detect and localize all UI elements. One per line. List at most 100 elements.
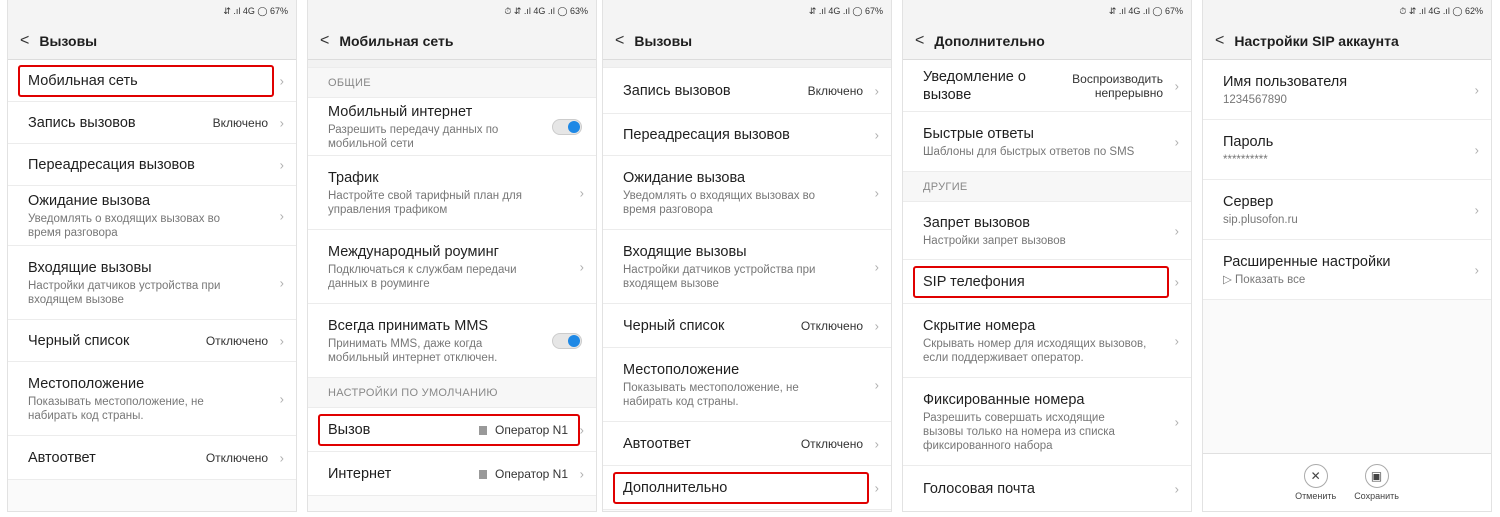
- row-subtitle: Уведомлять о входящих вызовах во время р…: [623, 189, 816, 216]
- screen-mobile-network: ⏱ ⇵ .ıl 4G .ıl ◯ 63% < Мобильная сеть ОБ…: [307, 0, 597, 512]
- row-mobile-network[interactable]: Мобильная сеть ›: [8, 60, 296, 102]
- row-location[interactable]: Местоположение Показывать местоположение…: [8, 362, 296, 436]
- title-bar: < Вызовы: [8, 22, 296, 60]
- row-internet-sim[interactable]: Интернет Оператор N1 ›: [308, 452, 596, 496]
- row-call-recording[interactable]: Запись вызовов Включено ›: [8, 102, 296, 144]
- row-mobile-data[interactable]: Мобильный интернет Разрешить передачу да…: [308, 98, 596, 156]
- row-call-recording[interactable]: Запись вызовов Включено ›: [603, 68, 891, 114]
- highlight-box: Мобильная сеть: [18, 64, 274, 97]
- row-call-waiting[interactable]: Ожидание вызова Уведомлять о входящих вы…: [8, 186, 296, 246]
- chevron-right-icon: ›: [1174, 274, 1179, 289]
- row-value: Отключено: [205, 333, 268, 348]
- row-subtitle: Настройте свой тарифный план для управле…: [328, 189, 522, 216]
- sim-name: Оператор N1: [495, 422, 568, 437]
- row-incoming-calls[interactable]: Входящие вызовы Настройки датчиков устро…: [8, 246, 296, 320]
- row-autoanswer[interactable]: Автоответ Отключено ›: [8, 436, 296, 480]
- row-server[interactable]: Сервер sip.plusofon.ru ›: [1203, 180, 1491, 240]
- back-arrow-icon[interactable]: <: [20, 32, 29, 50]
- row-call-barring[interactable]: Запрет вызовов Настройки запрет вызовов …: [903, 202, 1191, 260]
- mobile-data-toggle[interactable]: [552, 118, 582, 135]
- chevron-right-icon: ›: [874, 185, 879, 200]
- row-value: Воспроизводить непрерывно: [1072, 71, 1163, 100]
- chevron-right-icon: ›: [874, 83, 879, 98]
- row-call-waiting[interactable]: Ожидание вызова Уведомлять о входящих вы…: [603, 156, 891, 230]
- row-advanced-settings[interactable]: Расширенные настройки ▷ Показать все ›: [1203, 240, 1491, 300]
- row-username[interactable]: Имя пользователя 1234567890 ›: [1203, 60, 1491, 120]
- page-title: Мобильная сеть: [339, 32, 454, 49]
- chevron-right-icon: ›: [874, 318, 879, 333]
- row-title: Ожидание вызова: [623, 169, 746, 186]
- row-autoanswer[interactable]: Автоответ Отключено ›: [603, 422, 891, 466]
- row-title: Имя пользователя: [1223, 73, 1348, 90]
- row-call-notification[interactable]: Уведомление о вызове Воспроизводить непр…: [903, 60, 1191, 112]
- back-arrow-icon[interactable]: <: [615, 32, 624, 50]
- screen-calls: ⇵ .ıl 4G ◯ 67% < Вызовы Мобильная сеть ›…: [7, 0, 297, 512]
- row-subtitle: Принимать MMS, даже когда мобильный инте…: [328, 337, 498, 364]
- status-bar: ⇵ .ıl 4G .ıl ◯ 67%: [903, 0, 1191, 22]
- row-value: Включено: [212, 115, 268, 130]
- row-call-sim[interactable]: Вызов Оператор N1 ›: [308, 408, 596, 452]
- row-subtitle: Показывать местоположение, не набирать к…: [28, 395, 204, 422]
- status-text: ⇵ .ıl 4G .ıl ◯ 67%: [808, 5, 883, 16]
- back-arrow-icon[interactable]: <: [320, 32, 329, 50]
- save-button[interactable]: ▣ Сохранить: [1354, 464, 1399, 501]
- row-always-mms[interactable]: Всегда принимать MMS Принимать MMS, даже…: [308, 304, 596, 378]
- row-title: SIP телефония: [923, 273, 1025, 290]
- row-location[interactable]: Местоположение Показывать местоположение…: [603, 348, 891, 422]
- row-password[interactable]: Пароль ********** ›: [1203, 120, 1491, 180]
- mms-toggle[interactable]: [552, 332, 582, 349]
- row-incoming-calls[interactable]: Входящие вызовы Настройки датчиков устро…: [603, 230, 891, 304]
- status-text: ⏱ ⇵ .ıl 4G .ıl ◯ 62%: [1399, 5, 1483, 16]
- chevron-right-icon: ›: [874, 377, 879, 392]
- back-arrow-icon[interactable]: <: [915, 32, 924, 50]
- chevron-right-icon: ›: [279, 115, 284, 130]
- section-header: ОБЩИЕ: [308, 68, 596, 98]
- row-value: Включено: [807, 83, 863, 98]
- row-title: Трафик: [328, 169, 379, 186]
- row-call-forwarding[interactable]: Переадресация вызовов ›: [603, 114, 891, 156]
- page-title: Настройки SIP аккаунта: [1234, 32, 1399, 49]
- row-roaming[interactable]: Международный роуминг Подключаться к слу…: [308, 230, 596, 304]
- status-text: ⇵ .ıl 4G ◯ 67%: [223, 5, 288, 16]
- highlight-box: Дополнительно: [613, 471, 869, 504]
- chevron-right-icon: ›: [874, 259, 879, 274]
- chevron-right-icon: ›: [1474, 202, 1479, 217]
- chevron-right-icon: ›: [279, 450, 284, 465]
- row-sip-telephony[interactable]: SIP телефония ›: [903, 260, 1191, 304]
- row-title: Расширенные настройки: [1223, 253, 1391, 270]
- cancel-button[interactable]: ✕ Отменить: [1295, 464, 1336, 501]
- title-bar: < Вызовы: [603, 22, 891, 60]
- chevron-right-icon: ›: [279, 73, 284, 88]
- close-icon: ✕: [1303, 464, 1328, 488]
- row-title: Мобильный интернет: [328, 103, 473, 120]
- row-title: Международный роуминг: [328, 243, 499, 260]
- back-arrow-icon[interactable]: <: [1215, 32, 1224, 50]
- row-quick-replies[interactable]: Быстрые ответы Шаблоны для быстрых ответ…: [903, 112, 1191, 172]
- row-fixed-dialing[interactable]: Фиксированные номера Разрешить совершать…: [903, 378, 1191, 466]
- sim-card-icon: [479, 469, 488, 479]
- settings-list: Запись вызовов Включено › Переадресация …: [603, 60, 891, 510]
- row-blacklist[interactable]: Черный список Отключено ›: [8, 320, 296, 362]
- screen-calls-scrolled: ⇵ .ıl 4G .ıl ◯ 67% < Вызовы Запись вызов…: [602, 0, 892, 512]
- chevron-right-icon: ›: [279, 208, 284, 223]
- row-blacklist[interactable]: Черный список Отключено ›: [603, 304, 891, 348]
- status-bar: ⇵ .ıl 4G .ıl ◯ 67%: [603, 0, 891, 22]
- row-traffic[interactable]: Трафик Настройте свой тарифный план для …: [308, 156, 596, 230]
- row-title: Мобильная сеть: [28, 72, 138, 89]
- chevron-right-icon: ›: [579, 185, 584, 200]
- row-advanced[interactable]: Дополнительно ›: [603, 466, 891, 510]
- chevron-right-icon: ›: [279, 157, 284, 172]
- settings-list: Имя пользователя 1234567890 › Пароль ***…: [1203, 60, 1491, 300]
- row-subtitle: sip.plusofon.ru: [1223, 213, 1298, 226]
- chevron-right-icon: ›: [579, 422, 584, 437]
- page-title: Дополнительно: [934, 32, 1045, 49]
- row-hide-number[interactable]: Скрытие номера Скрывать номер для исходя…: [903, 304, 1191, 378]
- chevron-right-icon: ›: [579, 466, 584, 481]
- row-call-forwarding[interactable]: Переадресация вызовов ›: [8, 144, 296, 186]
- row-title: Местоположение: [28, 375, 145, 392]
- row-voicemail[interactable]: Голосовая почта ›: [903, 466, 1191, 511]
- status-bar: ⇵ .ıl 4G ◯ 67%: [8, 0, 296, 22]
- row-subtitle: 1234567890: [1223, 93, 1287, 106]
- status-text: ⏱ ⇵ .ıl 4G .ıl ◯ 63%: [504, 5, 588, 16]
- chevron-right-icon: ›: [1474, 262, 1479, 277]
